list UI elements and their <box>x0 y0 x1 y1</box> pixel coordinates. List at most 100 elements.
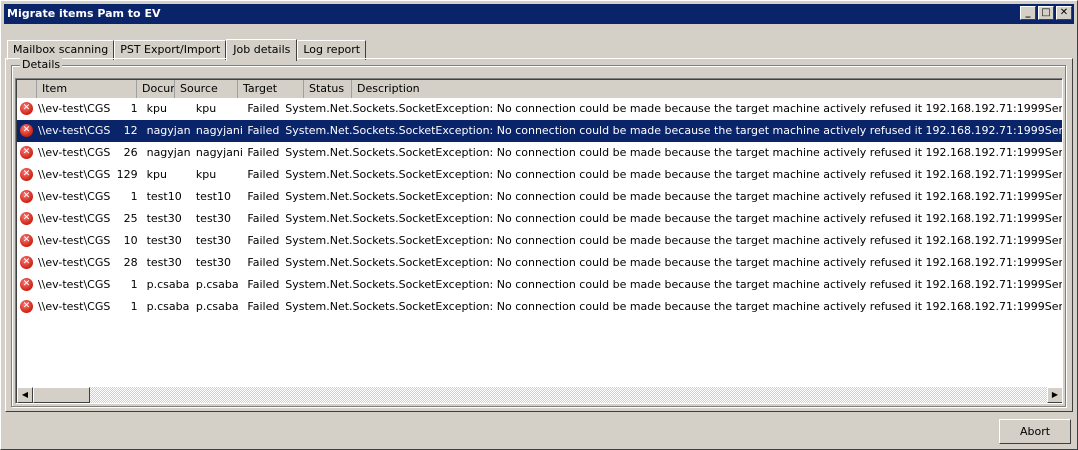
error-icon: ✕ <box>20 255 33 269</box>
cell-description: System.Net.Sockets.SocketException: No c… <box>285 102 1063 115</box>
column-header-description[interactable]: Description <box>352 80 1062 98</box>
table-row[interactable]: ✕ \\ev-test\CGShar... 1 kpu kpu Failed S… <box>17 98 1063 120</box>
cell-item: \\ev-test\CGShar... <box>37 124 111 137</box>
cell-description: System.Net.Sockets.SocketException: No c… <box>285 124 1063 137</box>
cell-target: p.csaba <box>195 300 239 313</box>
cell-documents: 25 <box>123 212 138 225</box>
cell-target: p.csaba <box>195 278 239 291</box>
tab-pst-export-import[interactable]: PST Export/Import <box>114 40 227 60</box>
cell-status: Failed <box>247 300 280 313</box>
cell-source: kpu <box>146 102 167 115</box>
cell-item: \\ev-test\CGShar... <box>37 146 111 159</box>
minimize-button[interactable]: _ <box>1020 6 1036 20</box>
cell-description: System.Net.Sockets.SocketException: No c… <box>285 234 1063 247</box>
table-row[interactable]: ✕ \\ev-test\CGShar... 26 nagyjani nagyja… <box>17 142 1063 164</box>
cell-item: \\ev-test\CGShar... <box>37 256 111 269</box>
table-row[interactable]: ✕ \\ev-test\CGShar... 129 kpu kpu Failed… <box>17 164 1063 186</box>
cell-status: Failed <box>247 146 280 159</box>
cell-source: kpu <box>146 168 167 181</box>
dialog-window: Migrate items Pam to EV _ □ ✕ Mailbox sc… <box>0 0 1078 450</box>
cell-source: nagyjani <box>146 124 191 137</box>
error-icon: ✕ <box>20 189 33 203</box>
cell-status: Failed <box>247 256 280 269</box>
window-title: Migrate items Pam to EV <box>7 7 161 20</box>
horizontal-scrollbar[interactable]: ◀ ▶ <box>17 387 1062 403</box>
cell-item: \\ev-test\CGShar... <box>37 234 111 247</box>
cell-description: System.Net.Sockets.SocketException: No c… <box>285 168 1063 181</box>
cell-documents: 12 <box>123 124 138 137</box>
error-icon: ✕ <box>20 277 33 291</box>
cell-item: \\ev-test\CGShar... <box>37 168 111 181</box>
close-button[interactable]: ✕ <box>1056 6 1072 20</box>
job-details-list[interactable]: Item Docur Source Target Status Descript… <box>15 78 1063 404</box>
cell-description: System.Net.Sockets.SocketException: No c… <box>285 300 1063 313</box>
table-row[interactable]: ✕ \\ev-test\CGShar... 1 p.csaba p.csaba … <box>17 296 1063 318</box>
cell-item: \\ev-test\CGShar... <box>37 278 111 291</box>
cell-description: System.Net.Sockets.SocketException: No c… <box>285 256 1063 269</box>
cell-documents: 129 <box>116 168 138 181</box>
cell-target: kpu <box>195 168 217 181</box>
cell-documents: 1 <box>130 278 138 291</box>
cell-status: Failed <box>247 124 280 137</box>
cell-source: test30 <box>146 212 182 225</box>
abort-button[interactable]: Abort <box>999 419 1071 444</box>
cell-target: kpu <box>195 102 217 115</box>
cell-target: test30 <box>195 212 231 225</box>
column-header-source[interactable]: Source <box>175 80 238 98</box>
cell-item: \\ev-test\CGShar... <box>37 212 111 225</box>
table-row[interactable]: ✕ \\ev-test\CGShar... 1 test10 test10 Fa… <box>17 186 1063 208</box>
cell-source: nagyjani <box>146 146 191 159</box>
cell-documents: 26 <box>123 146 138 159</box>
cell-item: \\ev-test\CGShar... <box>37 102 111 115</box>
scroll-thumb[interactable] <box>33 387 90 403</box>
tab-mailbox-scanning[interactable]: Mailbox scanning <box>7 40 115 60</box>
cell-status: Failed <box>247 102 280 115</box>
cell-item: \\ev-test\CGShar... <box>37 300 111 313</box>
column-header-item[interactable]: Item <box>37 80 137 98</box>
cell-item: \\ev-test\CGShar... <box>37 190 111 203</box>
scroll-left-button[interactable]: ◀ <box>17 387 33 403</box>
cell-target: nagyjani <box>195 146 243 159</box>
cell-documents: 1 <box>130 102 138 115</box>
table-row[interactable]: ✕ \\ev-test\CGShar... 10 test30 test30 F… <box>17 230 1063 252</box>
cell-status: Failed <box>247 168 280 181</box>
column-header-status[interactable]: Status <box>304 80 352 98</box>
title-bar: Migrate items Pam to EV _ □ ✕ <box>4 4 1074 24</box>
cell-source: test10 <box>146 190 182 203</box>
error-icon: ✕ <box>20 123 33 137</box>
cell-target: test10 <box>195 190 231 203</box>
tab-strip: Mailbox scanning PST Export/Import Job d… <box>7 38 367 61</box>
error-icon: ✕ <box>20 299 33 313</box>
details-group-label: Details <box>20 58 63 71</box>
table-row[interactable]: ✕ \\ev-test\CGShar... 25 test30 test30 F… <box>17 208 1063 230</box>
error-icon: ✕ <box>20 211 33 225</box>
table-row[interactable]: ✕ \\ev-test\CGShar... 1 p.csaba p.csaba … <box>17 274 1063 296</box>
cell-status: Failed <box>247 234 280 247</box>
cell-description: System.Net.Sockets.SocketException: No c… <box>285 212 1063 225</box>
tab-log-report[interactable]: Log report <box>297 40 367 60</box>
cell-target: nagyjani <box>195 124 243 137</box>
cell-source: test30 <box>146 256 182 269</box>
list-header: Item Docur Source Target Status Descript… <box>17 80 1062 98</box>
maximize-button[interactable]: □ <box>1038 6 1054 20</box>
cell-target: test30 <box>195 234 231 247</box>
cell-status: Failed <box>247 190 280 203</box>
error-icon: ✕ <box>20 167 33 181</box>
cell-source: test30 <box>146 234 182 247</box>
table-row[interactable]: ✕ \\ev-test\CGShar... 28 test30 test30 F… <box>17 252 1063 274</box>
column-header-icon[interactable] <box>17 80 37 98</box>
cell-description: System.Net.Sockets.SocketException: No c… <box>285 190 1063 203</box>
table-row[interactable]: ✕ \\ev-test\CGShar... 12 nagyjani nagyja… <box>17 120 1063 142</box>
cell-target: test30 <box>195 256 231 269</box>
cell-description: System.Net.Sockets.SocketException: No c… <box>285 146 1063 159</box>
cell-description: System.Net.Sockets.SocketException: No c… <box>285 278 1063 291</box>
column-header-target[interactable]: Target <box>238 80 304 98</box>
cell-documents: 10 <box>123 234 138 247</box>
column-header-documents[interactable]: Docur <box>137 80 175 98</box>
cell-documents: 28 <box>123 256 138 269</box>
tab-job-details[interactable]: Job details <box>226 39 298 61</box>
scroll-right-button[interactable]: ▶ <box>1047 387 1062 403</box>
error-icon: ✕ <box>20 101 33 115</box>
cell-status: Failed <box>247 278 280 291</box>
cell-documents: 1 <box>130 190 138 203</box>
